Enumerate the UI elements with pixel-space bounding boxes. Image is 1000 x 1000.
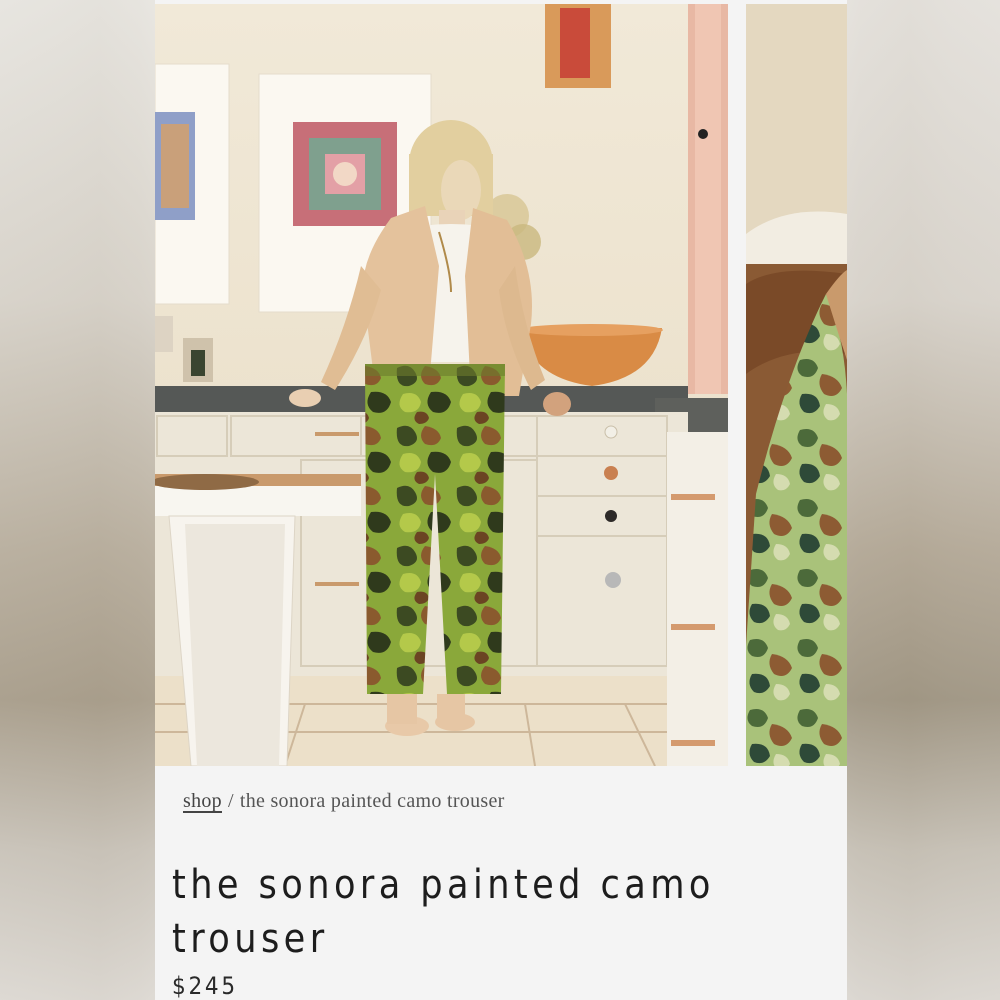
breadcrumb-current: the sonora painted camo trouser (239, 790, 505, 812)
product-photo-main[interactable] (155, 4, 728, 766)
product-title: the sonora painted camo trouser (172, 862, 715, 962)
breadcrumb: shop / the sonora painted camo trouser (183, 790, 505, 813)
background-blur-right (847, 0, 1000, 1000)
photo-camo-detail (746, 4, 847, 766)
product-page: shop / the sonora painted camo trouser the… (155, 0, 847, 1000)
breadcrumb-shop-link[interactable]: shop (183, 790, 222, 812)
background-blur-left (0, 0, 155, 1000)
product-gallery[interactable] (155, 4, 847, 766)
photo-model-kitchen (155, 4, 728, 766)
breadcrumb-separator: / (227, 790, 234, 812)
product-price: $245 (172, 972, 238, 1000)
product-photo-detail[interactable] (746, 4, 847, 766)
